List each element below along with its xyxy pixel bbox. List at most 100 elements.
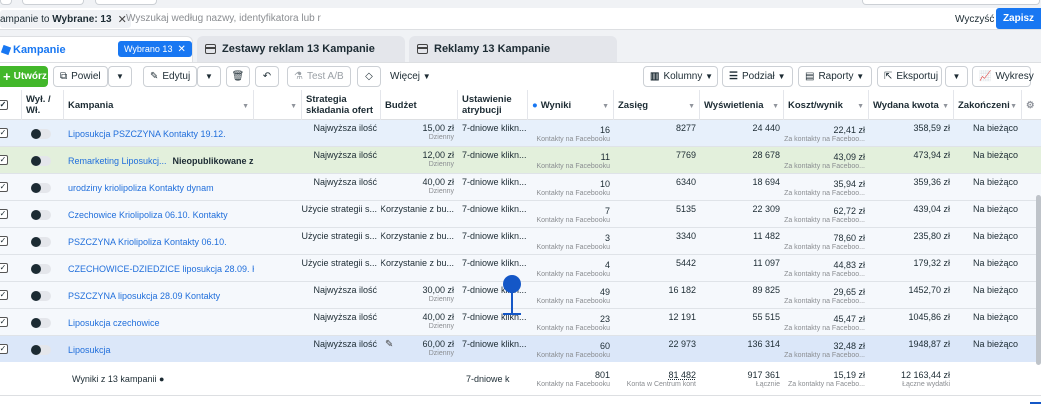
campaign-name-text[interactable]: Remarketing Liposukcj... bbox=[68, 156, 167, 166]
campaign-toggle[interactable] bbox=[31, 129, 51, 139]
checkbox[interactable]: ✓ bbox=[0, 100, 8, 110]
campaign-name-text[interactable]: Liposukcja czechowice bbox=[68, 318, 160, 328]
row-checkbox[interactable]: ✓ bbox=[0, 209, 8, 219]
column-header-impressions[interactable]: Wyświetlenia ▼ bbox=[700, 90, 784, 120]
reports-button[interactable]: ▤ Raporty ▼ bbox=[798, 66, 872, 87]
budget-cell[interactable]: 15,00 zł Dzienny bbox=[381, 120, 458, 147]
sort-icon[interactable]: ▼ bbox=[688, 101, 695, 112]
column-header-cost-per-result[interactable]: Koszt/wynik ▼ bbox=[784, 90, 869, 120]
duplicate-dropdown[interactable]: ▼ bbox=[108, 66, 132, 87]
charts-button[interactable]: 📈 Wykresy bbox=[972, 66, 1034, 87]
budget-cell[interactable]: 12,00 zł Dzienny bbox=[381, 147, 458, 174]
info-icon[interactable]: ● bbox=[159, 374, 164, 384]
campaign-name-text[interactable]: urodziny kriolipoliza Kontakty dynam bbox=[68, 183, 214, 193]
clear-button[interactable]: Wyczyść bbox=[955, 14, 994, 25]
select-all-checkbox[interactable]: ✓ bbox=[0, 90, 22, 120]
selected-badge[interactable]: Wybrano 13 ✕ bbox=[118, 41, 192, 57]
top-button[interactable] bbox=[95, 0, 157, 5]
campaign-name[interactable]: Remarketing Liposukcj... Nieopublikowane … bbox=[64, 147, 254, 174]
more-button[interactable]: Więcej ▼ bbox=[384, 66, 438, 87]
column-header-toggle[interactable]: Wył. / Wł. bbox=[22, 90, 64, 120]
column-header-results[interactable]: ● Wyniki ▼ bbox=[528, 90, 614, 120]
abtest-button[interactable]: ⚗ Test A/B bbox=[287, 66, 351, 87]
row-checkbox[interactable]: ✓ bbox=[0, 290, 8, 300]
column-header-ends[interactable]: Zakończeni ▼ bbox=[954, 90, 1022, 120]
column-header-amount-spent[interactable]: Wydana kwota ▼ bbox=[869, 90, 954, 120]
campaign-name-text[interactable]: CZECHOWICE-DZIEDZICE liposukcja 28.09. K… bbox=[68, 264, 254, 274]
columns-button[interactable]: ▥ Kolumny ▼ bbox=[643, 66, 718, 87]
tab-ads[interactable]: Reklamy 13 Kampanie bbox=[409, 36, 617, 62]
campaign-toggle[interactable] bbox=[31, 291, 51, 301]
table-row[interactable]: ✓ Liposukcja Najwyższa ilość 60,00 zł Dzienn… bbox=[0, 336, 1041, 363]
budget-cell[interactable]: Korzystanie z bu... bbox=[381, 255, 458, 282]
campaign-name[interactable]: CZECHOWICE-DZIEDZICE liposukcja 28.09. K… bbox=[64, 255, 254, 282]
campaign-name-text[interactable]: Czechowice Kriolipoliza 06.10. Kontakty bbox=[68, 210, 228, 220]
campaign-name-text[interactable]: Liposukcja bbox=[68, 345, 111, 355]
campaign-name[interactable]: PSZCZYNA Kriolipoliza Kontakty 06.10. bbox=[64, 228, 254, 255]
top-button[interactable] bbox=[0, 0, 12, 5]
campaign-toggle[interactable] bbox=[31, 237, 51, 247]
sort-icon[interactable]: ▼ bbox=[1010, 101, 1017, 112]
sort-icon[interactable]: ▼ bbox=[602, 101, 609, 112]
campaign-name[interactable]: Liposukcja czechowice bbox=[64, 309, 254, 336]
campaign-name-text[interactable]: PSZCZYNA Kriolipoliza Kontakty 06.10. bbox=[68, 237, 227, 247]
export-button[interactable]: ⇱ Eksportuj bbox=[877, 66, 942, 87]
delete-button[interactable]: 🗑 bbox=[226, 66, 250, 87]
campaign-toggle[interactable] bbox=[31, 210, 51, 220]
column-header-campaign[interactable]: Kampania ▼ bbox=[64, 90, 254, 120]
save-button[interactable]: Zapisz bbox=[996, 8, 1041, 29]
column-header-attribution[interactable]: Ustawienie atrybucji bbox=[458, 90, 528, 120]
row-checkbox[interactable]: ✓ bbox=[0, 182, 8, 192]
column-header-reach[interactable]: Zasięg ▼ bbox=[614, 90, 700, 120]
row-checkbox[interactable]: ✓ bbox=[0, 317, 8, 327]
undo-button[interactable]: ↶ bbox=[255, 66, 279, 87]
campaign-name[interactable]: Czechowice Kriolipoliza 06.10. Kontakty bbox=[64, 201, 254, 228]
campaign-toggle[interactable] bbox=[31, 318, 51, 328]
campaign-toggle[interactable] bbox=[31, 264, 51, 274]
campaign-name[interactable]: PSZCZYNA liposukcja 28.09 Kontakty bbox=[64, 282, 254, 309]
table-row[interactable]: ✓ urodziny kriolipoliza Kontakty dynam Naj… bbox=[0, 174, 1041, 201]
tag-button[interactable]: ◇ bbox=[357, 66, 381, 87]
export-dropdown[interactable]: ▼ bbox=[945, 66, 968, 87]
campaign-name[interactable]: Liposukcja PSZCZYNA Kontakty 19.12. bbox=[64, 120, 254, 147]
sort-icon[interactable]: ▼ bbox=[242, 101, 249, 112]
budget-cell[interactable]: Korzystanie z bu... bbox=[381, 228, 458, 255]
close-icon[interactable]: ✕ bbox=[177, 44, 185, 55]
campaign-name-text[interactable]: Liposukcja PSZCZYNA Kontakty 19.12. bbox=[68, 129, 226, 139]
row-checkbox[interactable]: ✓ bbox=[0, 263, 8, 273]
budget-cell[interactable]: 40,00 zł Dzienny bbox=[381, 174, 458, 201]
row-checkbox[interactable]: ✓ bbox=[0, 155, 8, 165]
tab-campaigns[interactable]: Kampanie Wybrano 13 ✕ bbox=[0, 36, 193, 62]
sort-icon[interactable]: ▼ bbox=[772, 101, 779, 112]
column-header-blank[interactable]: ▼ bbox=[254, 90, 302, 120]
campaign-name-text[interactable]: PSZCZYNA liposukcja 28.09 Kontakty bbox=[68, 291, 220, 301]
campaign-toggle[interactable] bbox=[31, 345, 51, 355]
campaign-name[interactable]: Liposukcja bbox=[64, 336, 254, 363]
row-checkbox[interactable]: ✓ bbox=[0, 344, 8, 354]
create-button[interactable]: + Utwórz bbox=[0, 66, 48, 87]
table-row[interactable]: ✓ PSZCZYNA Kriolipoliza Kontakty 06.10. Uż… bbox=[0, 228, 1041, 255]
campaign-name[interactable]: urodziny kriolipoliza Kontakty dynam bbox=[64, 174, 254, 201]
sort-icon[interactable]: ▼ bbox=[942, 101, 949, 112]
sort-icon[interactable]: ▼ bbox=[857, 101, 864, 112]
duplicate-button[interactable]: ⧉ Powiel bbox=[53, 66, 108, 87]
row-checkbox[interactable]: ✓ bbox=[0, 128, 8, 138]
campaign-toggle[interactable] bbox=[31, 156, 51, 166]
pencil-icon[interactable]: ✎ bbox=[385, 339, 393, 350]
row-checkbox[interactable]: ✓ bbox=[0, 236, 8, 246]
breakdown-button[interactable]: ☰ Podział ▼ bbox=[722, 66, 793, 87]
table-row[interactable]: ✓ CZECHOWICE-DZIEDZICE liposukcja 28.09. … bbox=[0, 255, 1041, 282]
column-header-budget[interactable]: Budżet bbox=[381, 90, 458, 120]
sort-icon[interactable]: ▼ bbox=[290, 101, 297, 112]
column-header-strategy[interactable]: Strategia składania ofert bbox=[302, 90, 381, 120]
budget-cell[interactable]: Korzystanie z bu... bbox=[381, 201, 458, 228]
campaign-toggle[interactable] bbox=[31, 183, 51, 193]
top-button[interactable] bbox=[22, 0, 84, 5]
vertical-scrollbar[interactable] bbox=[1036, 195, 1041, 365]
table-row[interactable]: ✓ Remarketing Liposukcj... Nieopublikowane… bbox=[0, 147, 1041, 174]
budget-cell[interactable]: 40,00 zł Dzienny bbox=[381, 309, 458, 336]
edit-dropdown[interactable]: ▼ bbox=[197, 66, 221, 87]
tab-adsets[interactable]: Zestawy reklam 13 Kampanie bbox=[197, 36, 405, 62]
settings-icon[interactable]: ⚙ bbox=[1022, 90, 1041, 120]
edit-button[interactable]: ✎ Edytuj bbox=[143, 66, 197, 87]
